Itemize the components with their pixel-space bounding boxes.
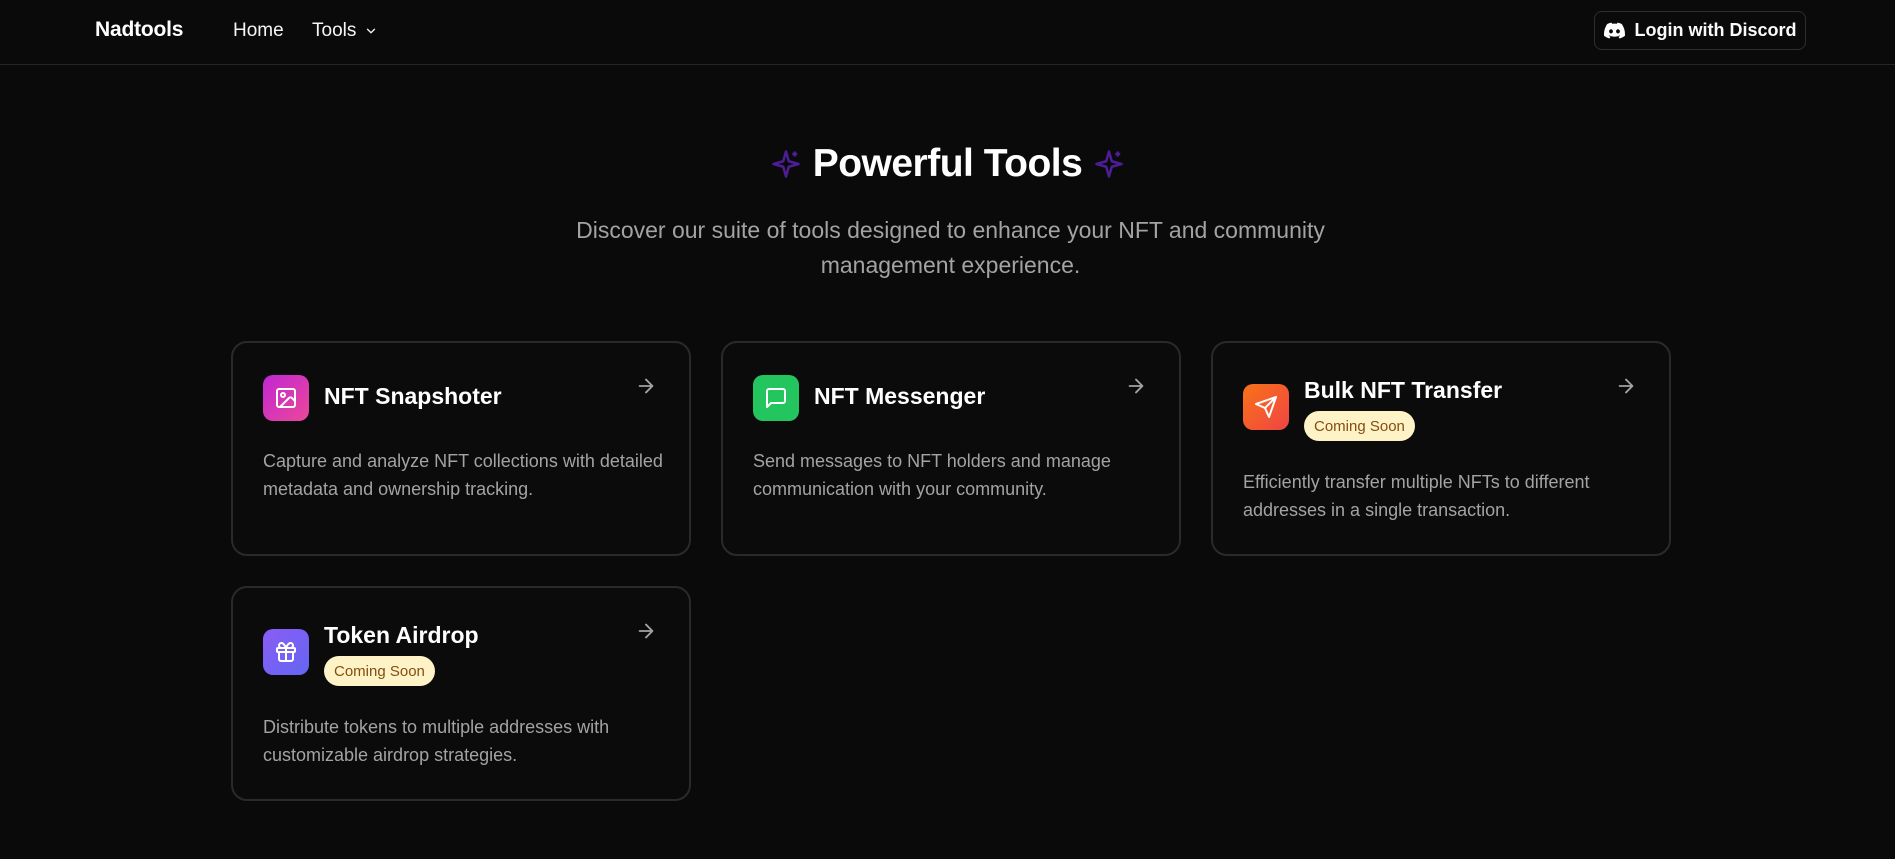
tool-card-bulk-nft-transfer[interactable]: Bulk NFT Transfer Coming Soon Efficientl… — [1211, 341, 1671, 556]
card-description: Send messages to NFT holders and manage … — [753, 451, 1111, 499]
page-subtitle: Discover our suite of tools designed to … — [576, 217, 1325, 278]
page-title: Powerful Tools — [812, 142, 1083, 185]
arrow-right-icon — [638, 378, 654, 394]
brand-logo[interactable]: Nadtools — [95, 18, 183, 42]
card-title: NFT Messenger — [814, 383, 986, 409]
login-label: Login with Discord — [1634, 20, 1797, 40]
nav-home-link[interactable]: Home — [233, 20, 284, 42]
chevron-down-icon — [367, 28, 376, 34]
coming-soon-badge: Coming Soon — [1304, 411, 1415, 441]
tool-card-token-airdrop[interactable]: Token Airdrop Coming Soon Distribute tok… — [231, 586, 691, 801]
tool-card-nft-snapshoter[interactable]: NFT Snapshoter Capture and analyze NFT c… — [231, 341, 691, 556]
arrow-right-icon — [1618, 378, 1634, 394]
nav-tools-label: Tools — [312, 20, 357, 41]
image-icon — [263, 375, 309, 421]
sparkle-icon — [1095, 150, 1124, 178]
card-title: Bulk NFT Transfer — [1304, 377, 1503, 403]
message-square-icon — [753, 375, 799, 421]
arrow-right-icon — [1128, 378, 1144, 394]
card-description: Efficiently transfer multiple NFTs to di… — [1243, 472, 1590, 520]
discord-icon — [1603, 22, 1625, 39]
login-with-discord-button[interactable]: Login with Discord — [1594, 11, 1806, 50]
gift-icon — [263, 629, 309, 675]
card-description: Capture and analyze NFT collections with… — [263, 451, 663, 499]
card-description: Distribute tokens to multiple addresses … — [263, 717, 610, 765]
coming-soon-badge: Coming Soon — [324, 656, 435, 686]
arrow-right-icon — [638, 623, 654, 639]
tool-card-nft-messenger[interactable]: NFT Messenger Send messages to NFT holde… — [721, 341, 1181, 556]
send-icon — [1243, 384, 1289, 430]
hero-title-row: Powerful Tools — [0, 142, 1895, 186]
nav-tools-dropdown[interactable]: Tools — [312, 20, 378, 42]
card-title: Token Airdrop — [324, 622, 479, 648]
card-title: NFT Snapshoter — [324, 383, 502, 409]
top-navbar: Nadtools Home Tools Login with Discord — [0, 0, 1895, 65]
sparkle-icon — [771, 150, 800, 178]
